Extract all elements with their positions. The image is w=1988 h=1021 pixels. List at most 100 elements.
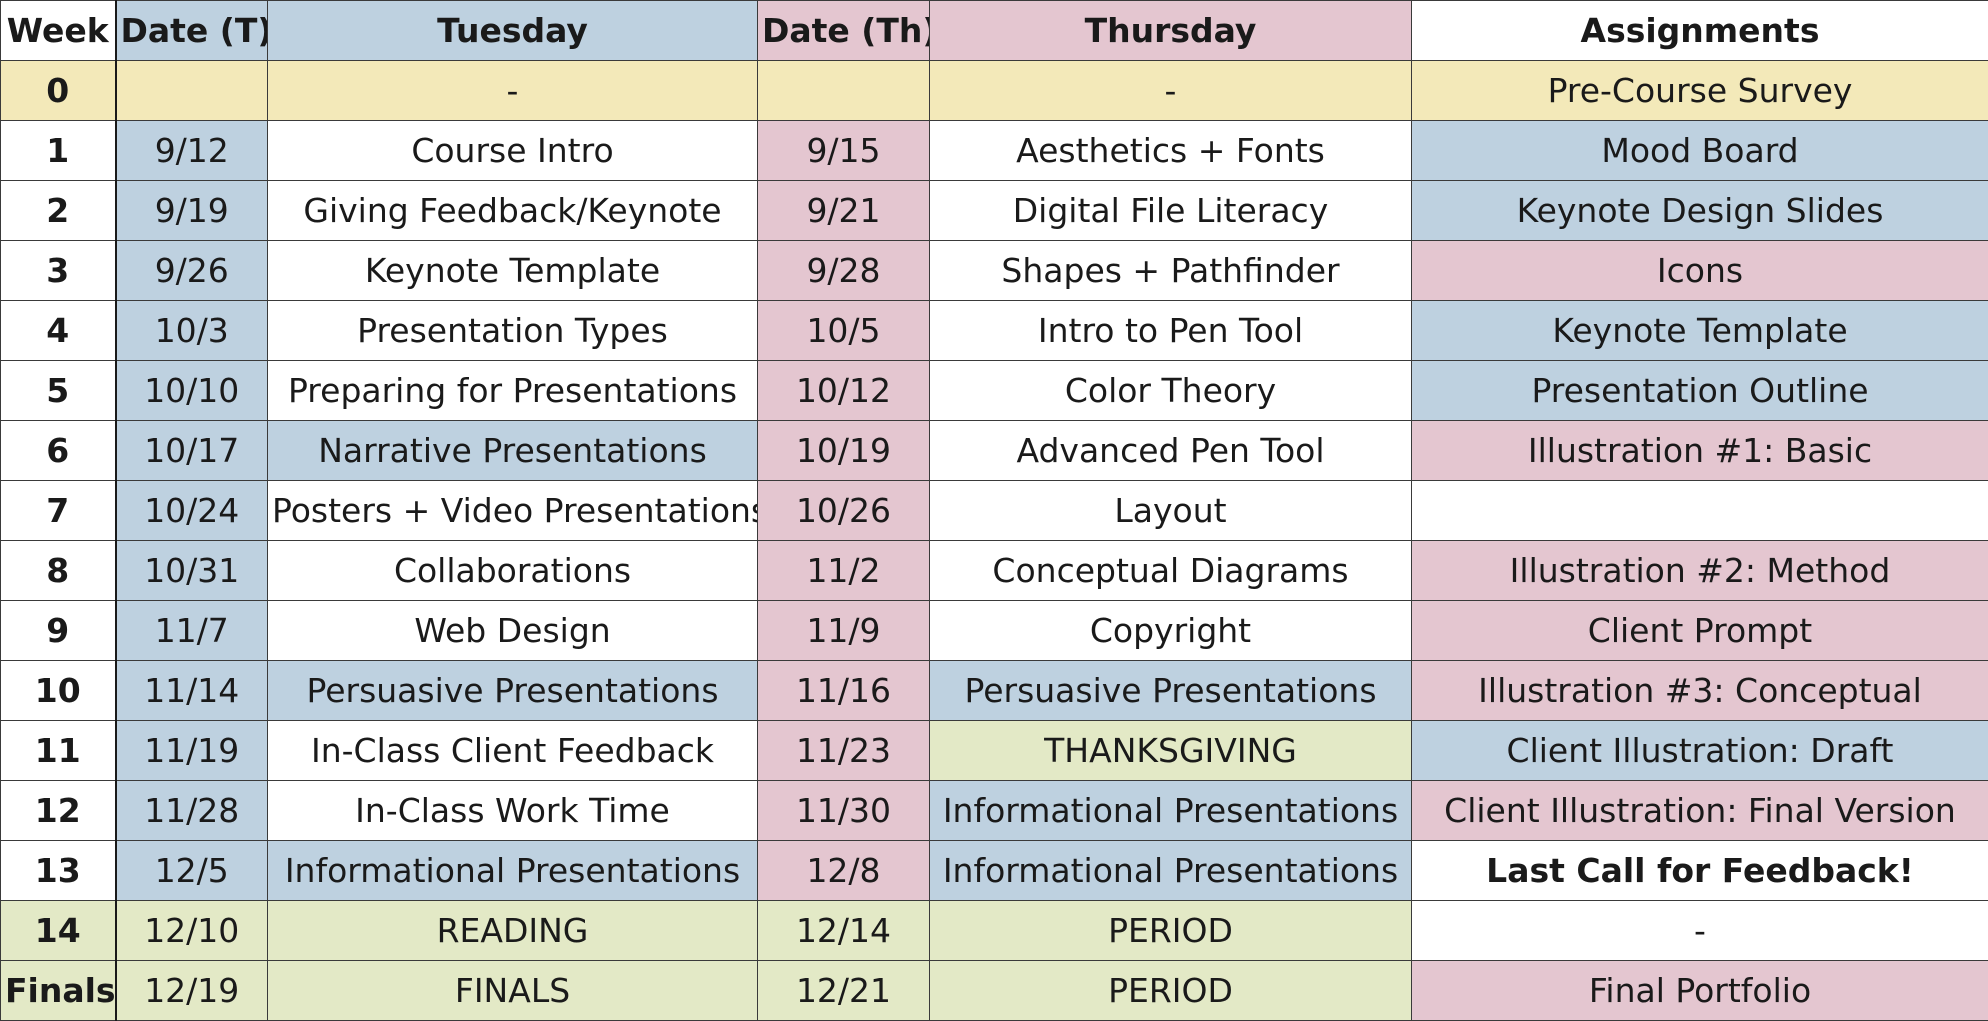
header-week: Week xyxy=(1,1,116,61)
assignment-cell: Illustration #2: Method xyxy=(1412,541,1988,601)
date-tuesday-cell: 11/14 xyxy=(116,661,268,721)
assignment-cell: Icons xyxy=(1412,241,1988,301)
date-thursday-cell: 10/26 xyxy=(758,481,930,541)
date-tuesday-cell: 10/31 xyxy=(116,541,268,601)
thursday-topic-cell: Conceptual Diagrams xyxy=(930,541,1412,601)
tuesday-topic-cell: In-Class Work Time xyxy=(268,781,758,841)
thursday-topic-cell: Layout xyxy=(930,481,1412,541)
week-number: Finals xyxy=(1,961,116,1021)
date-tuesday-cell: 11/28 xyxy=(116,781,268,841)
thursday-topic-cell: Informational Presentations xyxy=(930,841,1412,901)
thursday-topic-cell: PERIOD xyxy=(930,961,1412,1021)
thursday-topic-cell: Color Theory xyxy=(930,361,1412,421)
table-row: 1312/5Informational Presentations12/8Inf… xyxy=(1,841,1988,901)
header-date-tuesday: Date (T) xyxy=(116,1,268,61)
date-tuesday-cell: 10/3 xyxy=(116,301,268,361)
thursday-topic-cell: Digital File Literacy xyxy=(930,181,1412,241)
assignment-cell: Illustration #1: Basic xyxy=(1412,421,1988,481)
week-number: 11 xyxy=(1,721,116,781)
tuesday-topic-cell: Collaborations xyxy=(268,541,758,601)
tuesday-topic-cell: Giving Feedback/Keynote xyxy=(268,181,758,241)
week-number: 2 xyxy=(1,181,116,241)
date-tuesday-cell: 10/24 xyxy=(116,481,268,541)
table-row: 19/12Course Intro9/15Aesthetics + FontsM… xyxy=(1,121,1988,181)
date-thursday-cell: 11/30 xyxy=(758,781,930,841)
week-number: 3 xyxy=(1,241,116,301)
table-row: 39/26Keynote Template9/28Shapes + Pathfi… xyxy=(1,241,1988,301)
assignment-cell: Illustration #3: Conceptual xyxy=(1412,661,1988,721)
week-number: 14 xyxy=(1,901,116,961)
date-thursday-cell: 12/21 xyxy=(758,961,930,1021)
week-number: 8 xyxy=(1,541,116,601)
date-thursday-cell: 11/23 xyxy=(758,721,930,781)
date-tuesday-cell: 9/12 xyxy=(116,121,268,181)
table-row: 510/10Preparing for Presentations10/12Co… xyxy=(1,361,1988,421)
date-tuesday-cell: 9/19 xyxy=(116,181,268,241)
date-thursday-cell: 10/19 xyxy=(758,421,930,481)
tuesday-topic-cell: Informational Presentations xyxy=(268,841,758,901)
week-number: 13 xyxy=(1,841,116,901)
assignment-cell: Presentation Outline xyxy=(1412,361,1988,421)
date-thursday-cell: 10/12 xyxy=(758,361,930,421)
date-thursday-cell xyxy=(758,61,930,121)
assignment-cell: Client Illustration: Draft xyxy=(1412,721,1988,781)
table-row: 1211/28In-Class Work Time11/30Informatio… xyxy=(1,781,1988,841)
table-row: 29/19Giving Feedback/Keynote9/21Digital … xyxy=(1,181,1988,241)
thursday-topic-cell: Informational Presentations xyxy=(930,781,1412,841)
date-thursday-cell: 9/28 xyxy=(758,241,930,301)
week-number: 10 xyxy=(1,661,116,721)
table-row: 1412/10READING12/14PERIOD- xyxy=(1,901,1988,961)
date-thursday-cell: 9/21 xyxy=(758,181,930,241)
assignment-cell: Client Illustration: Final Version xyxy=(1412,781,1988,841)
thursday-topic-cell: Advanced Pen Tool xyxy=(930,421,1412,481)
assignment-cell: Pre-Course Survey xyxy=(1412,61,1988,121)
assignment-cell: Keynote Design Slides xyxy=(1412,181,1988,241)
date-tuesday-cell: 9/26 xyxy=(116,241,268,301)
date-tuesday-cell: 12/10 xyxy=(116,901,268,961)
header-tuesday: Tuesday xyxy=(268,1,758,61)
date-thursday-cell: 12/14 xyxy=(758,901,930,961)
assignment-cell: Client Prompt xyxy=(1412,601,1988,661)
header-assignments: Assignments xyxy=(1412,1,1988,61)
table-row: 710/24Posters + Video Presentations10/26… xyxy=(1,481,1988,541)
table-row: 0--Pre-Course Survey xyxy=(1,61,1988,121)
thursday-topic-cell: Shapes + Pathfinder xyxy=(930,241,1412,301)
table-row: 610/17Narrative Presentations10/19Advanc… xyxy=(1,421,1988,481)
tuesday-topic-cell: Persuasive Presentations xyxy=(268,661,758,721)
assignment-cell: Last Call for Feedback! xyxy=(1412,841,1988,901)
week-number: 7 xyxy=(1,481,116,541)
tuesday-topic-cell: Narrative Presentations xyxy=(268,421,758,481)
week-number: 4 xyxy=(1,301,116,361)
date-tuesday-cell: 10/10 xyxy=(116,361,268,421)
assignment-cell: Mood Board xyxy=(1412,121,1988,181)
table-row: Finals12/19FINALS12/21PERIODFinal Portfo… xyxy=(1,961,1988,1021)
table-row: 911/7Web Design11/9CopyrightClient Promp… xyxy=(1,601,1988,661)
assignment-cell: Keynote Template xyxy=(1412,301,1988,361)
course-schedule-table: Week Date (T) Tuesday Date (Th) Thursday… xyxy=(0,0,1988,1021)
date-tuesday-cell: 11/19 xyxy=(116,721,268,781)
table-row: 810/31Collaborations11/2Conceptual Diagr… xyxy=(1,541,1988,601)
week-number: 9 xyxy=(1,601,116,661)
date-thursday-cell: 11/2 xyxy=(758,541,930,601)
week-number: 0 xyxy=(1,61,116,121)
schedule-body: 0--Pre-Course Survey19/12Course Intro9/1… xyxy=(1,61,1988,1021)
table-row: 1011/14Persuasive Presentations11/16Pers… xyxy=(1,661,1988,721)
tuesday-topic-cell: Presentation Types xyxy=(268,301,758,361)
week-number: 1 xyxy=(1,121,116,181)
thursday-topic-cell: PERIOD xyxy=(930,901,1412,961)
tuesday-topic-cell: READING xyxy=(268,901,758,961)
thursday-topic-cell: Aesthetics + Fonts xyxy=(930,121,1412,181)
header-row: Week Date (T) Tuesday Date (Th) Thursday… xyxy=(1,1,1988,61)
date-thursday-cell: 11/16 xyxy=(758,661,930,721)
date-thursday-cell: 9/15 xyxy=(758,121,930,181)
assignment-cell: - xyxy=(1412,901,1988,961)
table-row: 1111/19In-Class Client Feedback11/23THAN… xyxy=(1,721,1988,781)
tuesday-topic-cell: Web Design xyxy=(268,601,758,661)
tuesday-topic-cell: Keynote Template xyxy=(268,241,758,301)
header-thursday: Thursday xyxy=(930,1,1412,61)
thursday-topic-cell: THANKSGIVING xyxy=(930,721,1412,781)
assignment-cell: Final Portfolio xyxy=(1412,961,1988,1021)
date-thursday-cell: 10/5 xyxy=(758,301,930,361)
assignment-cell xyxy=(1412,481,1988,541)
thursday-topic-cell: Copyright xyxy=(930,601,1412,661)
